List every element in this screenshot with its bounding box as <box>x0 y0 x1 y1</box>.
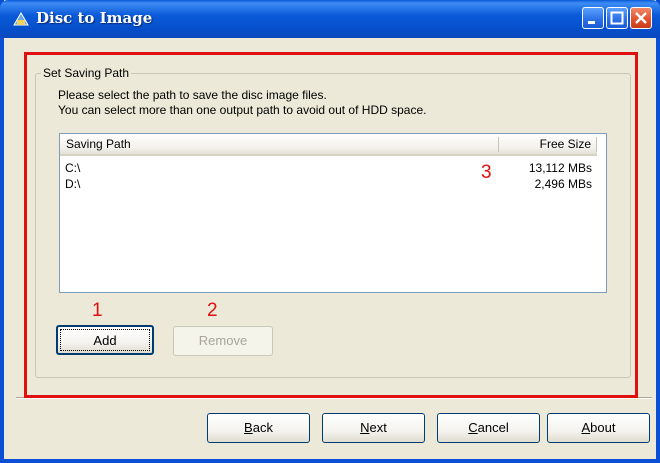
close-icon <box>635 12 647 24</box>
annotation-marker-1: 1 <box>92 300 103 321</box>
cancel-label: ancel <box>477 420 509 435</box>
back-button[interactable]: Back <box>207 413 310 443</box>
about-mnemonic: A <box>581 420 591 435</box>
annotation-marker-2: 2 <box>207 300 218 321</box>
next-label: ext <box>369 420 387 435</box>
annotation-highlight-box <box>24 52 638 398</box>
minimize-icon <box>588 21 595 24</box>
next-mnemonic: N <box>360 420 370 435</box>
dialog-window: Disc to Image Set Saving Path Please sel… <box>0 0 660 463</box>
about-label: bout <box>590 420 616 435</box>
minimize-button[interactable] <box>582 7 604 29</box>
back-label: ack <box>252 420 273 435</box>
maximize-button[interactable] <box>606 7 628 29</box>
about-button[interactable]: About <box>547 413 650 443</box>
window-title: Disc to Image <box>36 9 153 27</box>
title-bar[interactable]: Disc to Image <box>0 0 660 38</box>
next-button[interactable]: Next <box>322 413 425 443</box>
maximize-icon <box>610 11 624 25</box>
close-button[interactable] <box>630 7 652 29</box>
back-mnemonic: B <box>244 420 253 435</box>
cancel-mnemonic: C <box>468 420 478 435</box>
cancel-button[interactable]: Cancel <box>437 413 540 443</box>
disc-image-app-icon <box>13 12 29 26</box>
annotation-marker-3: 3 <box>481 162 492 183</box>
